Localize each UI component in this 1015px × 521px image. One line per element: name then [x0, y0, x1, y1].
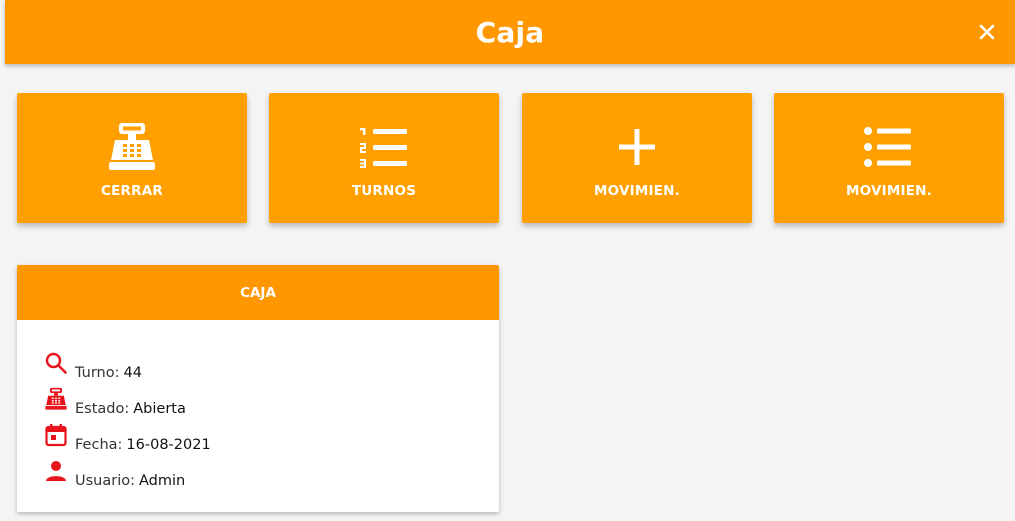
turnos-label: TURNOS	[351, 183, 417, 199]
add-movimiento-button[interactable]: MOVIMIEN.	[522, 93, 752, 223]
page-title: Caja	[475, 15, 545, 49]
card-header: CAJA	[17, 265, 499, 320]
caja-card: CAJA Turno: 44 Estado: Abierta Fecha: 16…	[17, 265, 499, 512]
estado-value: Abierta	[133, 401, 186, 417]
estado-label: Estado:	[75, 401, 130, 417]
add-movimiento-label: MOVIMIEN.	[594, 183, 680, 199]
card-body: Turno: 44 Estado: Abierta Fecha: 16-08-2…	[17, 320, 499, 489]
turno-value: 44	[123, 365, 142, 381]
fecha-value: 16-08-2021	[126, 437, 211, 453]
cash-register-icon	[106, 123, 158, 171]
usuario-label: Usuario:	[75, 473, 135, 489]
user-icon	[42, 457, 70, 485]
bulleted-list-icon	[863, 123, 915, 171]
list-movimientos-button[interactable]: MOVIMIEN.	[774, 93, 1004, 223]
close-icon[interactable]	[975, 20, 999, 44]
app-header: Caja	[5, 0, 1015, 64]
cerrar-button[interactable]: CERRAR	[17, 93, 247, 223]
search-icon	[42, 349, 70, 377]
usuario-value: Admin	[139, 473, 186, 489]
cerrar-label: CERRAR	[101, 183, 163, 199]
turno-label: Turno:	[75, 365, 120, 381]
fecha-row: Fecha: 16-08-2021	[42, 417, 499, 453]
card-title: CAJA	[240, 284, 276, 301]
numbered-list-icon	[358, 123, 410, 171]
estado-row: Estado: Abierta	[42, 381, 499, 417]
usuario-row: Usuario: Admin	[42, 453, 499, 489]
turnos-button[interactable]: TURNOS	[269, 93, 499, 223]
plus-icon	[615, 123, 659, 171]
list-movimientos-label: MOVIMIEN.	[846, 183, 932, 199]
fecha-label: Fecha:	[75, 437, 123, 453]
calendar-icon	[42, 421, 70, 449]
cash-register-icon	[42, 385, 70, 413]
turno-row: Turno: 44	[42, 345, 499, 381]
